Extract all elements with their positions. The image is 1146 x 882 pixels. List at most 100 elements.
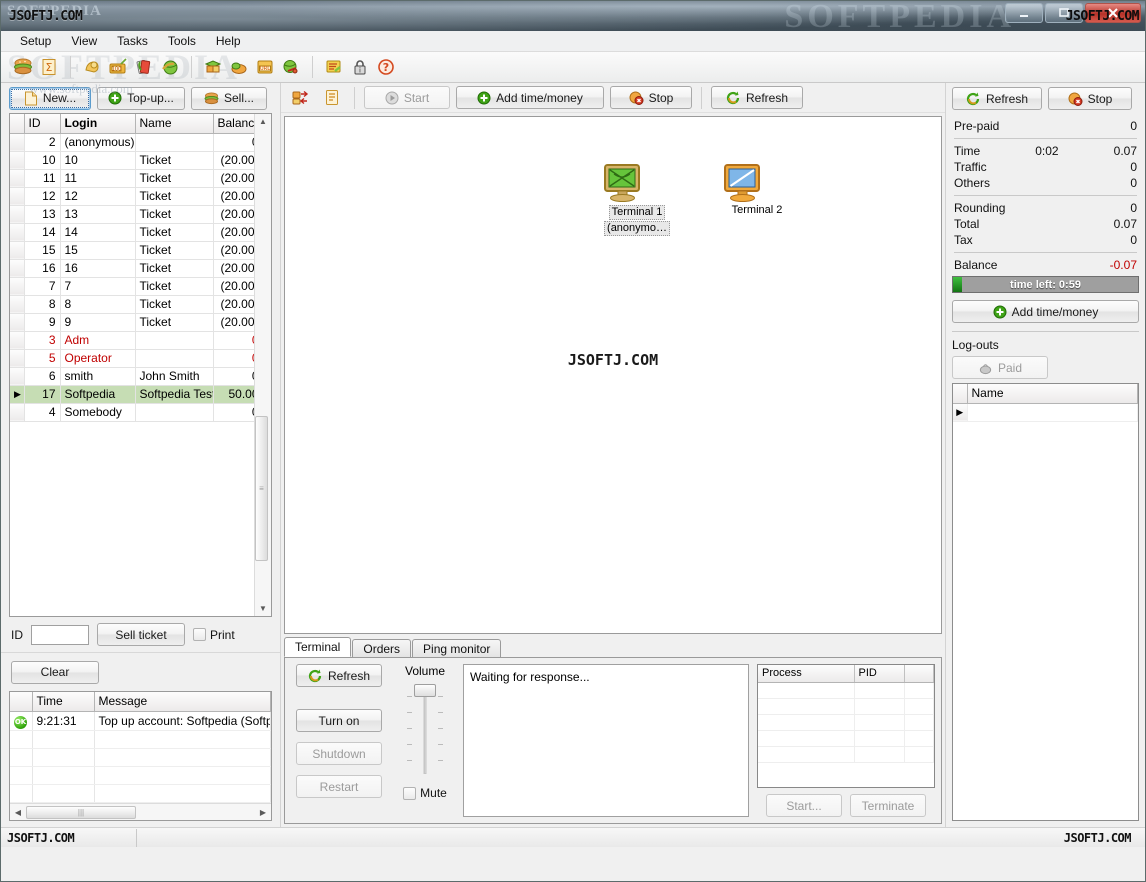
add-time-money-button-right[interactable]: Add time/money <box>952 300 1139 323</box>
menu-item-tasks[interactable]: Tasks <box>108 32 157 50</box>
accounts-grid-scrollbar[interactable]: ▲ ≡ ▼ <box>254 114 271 616</box>
list-item[interactable]: OK 9:21:31 Top up account: Softpedia (Soft… <box>10 711 271 731</box>
table-row[interactable]: 1414Ticket(20.00) <box>10 223 254 242</box>
sell-button[interactable]: Sell... <box>191 86 267 110</box>
terminal-restart-button[interactable]: Restart <box>296 775 382 798</box>
table-row[interactable]: 3Adm 0 <box>10 331 254 350</box>
table-row[interactable]: 1212Ticket(20.00) <box>10 187 254 206</box>
scroll-thumb[interactable]: ≡ <box>255 416 268 561</box>
column-header-id[interactable]: ID <box>24 114 61 134</box>
table-row[interactable]: 5Operator 0 <box>10 349 254 368</box>
close-button[interactable] <box>1085 3 1141 23</box>
column-header-name[interactable]: Name <box>135 114 214 134</box>
url-icon[interactable]: URL <box>252 55 278 79</box>
process-terminate-button[interactable]: Terminate <box>850 794 926 817</box>
column-header-balance[interactable]: Balance <box>213 114 254 134</box>
money-bag-icon[interactable] <box>226 55 252 79</box>
burger-icon[interactable] <box>10 55 36 79</box>
help-icon[interactable]: ? <box>373 55 399 79</box>
accounts-grid[interactable]: ID Login Name Balance 2(anonymous)01010T… <box>10 114 254 422</box>
add-time-money-button-top[interactable]: Add time/money <box>456 86 604 109</box>
new-account-button[interactable]: New... <box>9 86 91 110</box>
process-column-name[interactable]: Process <box>758 665 855 683</box>
right-stop-label: Stop <box>1087 91 1113 106</box>
menu-item-tools[interactable]: Tools <box>159 32 205 50</box>
tab-ping-monitor[interactable]: Ping monitor <box>412 639 502 657</box>
table-row[interactable]: 1313Ticket(20.00) <box>10 205 254 224</box>
menu-item-setup[interactable]: Setup <box>11 32 60 50</box>
green-ball-icon[interactable] <box>157 55 183 79</box>
minimize-button[interactable] <box>1005 3 1043 23</box>
column-header-login[interactable]: Login <box>60 114 136 134</box>
menu-item-help[interactable]: Help <box>207 32 250 50</box>
table-row[interactable]: 6smithJohn Smith0 <box>10 367 254 386</box>
clear-button[interactable]: Clear <box>11 660 99 684</box>
volume-slider[interactable] <box>405 684 445 774</box>
terminal-refresh-button[interactable]: Refresh <box>296 664 382 687</box>
scroll-down-arrow[interactable]: ▼ <box>256 601 271 616</box>
process-column-extra[interactable] <box>904 665 934 683</box>
stop-session-button[interactable]: Stop <box>610 86 692 109</box>
hscroll-left-arrow[interactable]: ◀ <box>10 808 26 817</box>
right-stop-button[interactable]: Stop <box>1048 87 1132 110</box>
table-row[interactable]: 4Somebody 0 <box>10 403 254 422</box>
hand-coin-icon[interactable] <box>79 55 105 79</box>
logouts-column-name[interactable]: Name <box>967 384 1138 404</box>
logouts-grid-container[interactable]: Name ▶ <box>952 383 1139 821</box>
mute-checkbox-box[interactable] <box>403 786 417 800</box>
tab-orders[interactable]: Orders <box>352 639 412 657</box>
globe-cart-icon[interactable] <box>278 55 304 79</box>
process-column-pid[interactable]: PID <box>854 665 905 683</box>
top-up-button[interactable]: Top-up... <box>97 86 185 110</box>
print-checkbox[interactable]: Print <box>193 628 235 642</box>
yellow-note-icon[interactable] <box>321 55 347 79</box>
table-row[interactable]: 77Ticket(20.00) <box>10 277 254 296</box>
table-row[interactable]: 1515Ticket(20.00) <box>10 241 254 260</box>
terminal-turn-on-button[interactable]: Turn on <box>296 709 382 732</box>
table-row[interactable]: 99Ticket(20.00) <box>10 313 254 332</box>
refresh-session-button[interactable]: Refresh <box>711 86 803 109</box>
table-row[interactable]: 88Ticket(20.00) <box>10 295 254 314</box>
right-refresh-button[interactable]: Refresh <box>952 87 1042 110</box>
ticket-id-input[interactable] <box>31 624 89 645</box>
maximize-button[interactable] <box>1045 3 1083 23</box>
terminal-2[interactable]: Terminal 2 <box>720 162 794 217</box>
terminals-canvas[interactable]: JSOFTJ.COM Terminal 1 (anonymo… Terminal… <box>284 116 942 634</box>
terminal-shutdown-button[interactable]: Shutdown <box>296 742 382 765</box>
table-row[interactable]: ▶17SoftpediaSoftpedia Tester50.00 <box>10 385 254 404</box>
start-session-button[interactable]: Start <box>364 86 450 109</box>
print-checkbox-box[interactable] <box>193 628 206 641</box>
process-start-button[interactable]: Start... <box>766 794 842 817</box>
log-column-message[interactable]: Message <box>94 692 271 712</box>
report-icon[interactable] <box>319 86 345 110</box>
terminal-1[interactable]: Terminal 1 (anonymo… <box>600 162 674 236</box>
event-log-grid[interactable]: Time Message OK 9:21:31 Top up account: So… <box>10 692 271 803</box>
volume-slider-track[interactable] <box>423 690 427 774</box>
process-table-container[interactable]: Process PID <box>757 664 935 788</box>
scroll-up-arrow[interactable]: ▲ <box>256 114 271 129</box>
hscroll-thumb[interactable]: ||| <box>26 805 136 819</box>
transfer-icon[interactable] <box>287 86 313 110</box>
menu-item-view[interactable]: View <box>62 32 106 50</box>
cards-icon[interactable] <box>131 55 157 79</box>
sigma-document-icon[interactable]: Σ <box>36 55 62 79</box>
scroll-track[interactable]: ≡ <box>255 129 271 601</box>
box-items-icon[interactable] <box>200 55 226 79</box>
logouts-grid[interactable]: Name ▶ <box>953 384 1138 422</box>
mute-checkbox[interactable]: Mute <box>403 786 447 800</box>
table-row[interactable]: 1111Ticket(20.00) <box>10 169 254 188</box>
volume-slider-thumb[interactable] <box>414 684 436 697</box>
paid-button[interactable]: Paid <box>952 356 1048 379</box>
log-column-time[interactable]: Time <box>32 692 95 712</box>
event-log-hscrollbar[interactable]: ◀ ||| ▶ <box>10 803 271 820</box>
hscroll-right-arrow[interactable]: ▶ <box>255 808 271 817</box>
lock-icon[interactable]: i <box>347 55 373 79</box>
table-row[interactable]: 2(anonymous) 0 <box>10 133 254 152</box>
tab-terminal[interactable]: Terminal <box>284 637 352 657</box>
process-table[interactable]: Process PID <box>758 665 934 763</box>
table-row[interactable]: ▶ <box>953 403 1138 422</box>
radio-100-icon[interactable]: 100 <box>105 55 131 79</box>
table-row[interactable]: 1616Ticket(20.00) <box>10 259 254 278</box>
sell-ticket-button[interactable]: Sell ticket <box>97 623 185 646</box>
table-row[interactable]: 1010Ticket(20.00) <box>10 151 254 170</box>
